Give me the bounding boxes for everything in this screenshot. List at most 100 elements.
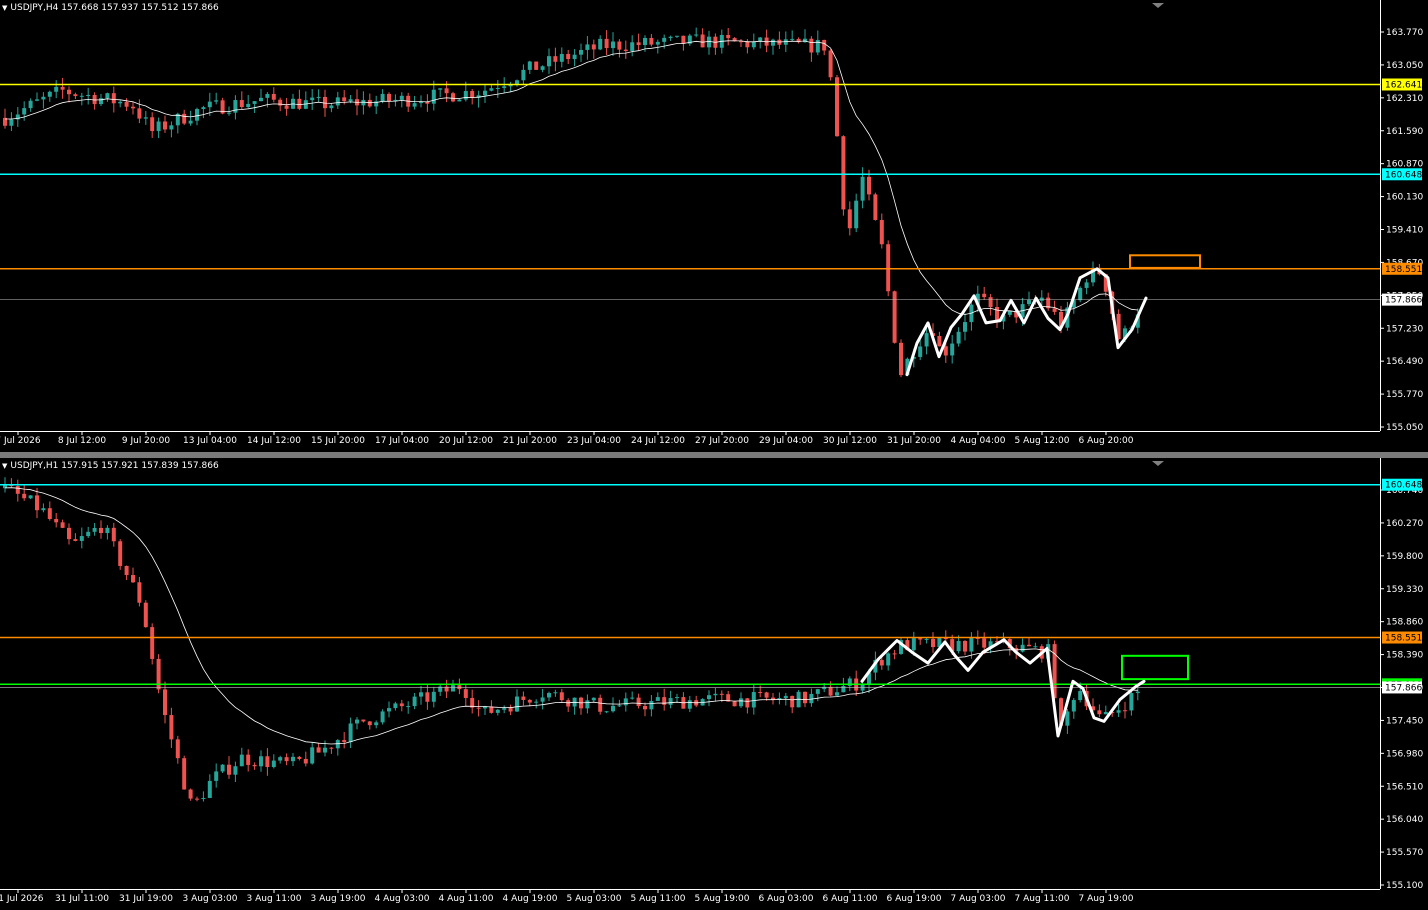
candle-bull (515, 80, 519, 84)
candle-bull (47, 91, 52, 97)
candle-bull (739, 698, 743, 707)
candle-bear (1027, 644, 1031, 647)
candle-bull (790, 38, 795, 40)
time-tick-label: 5 Aug 19:00 (695, 894, 750, 904)
candle-bull (233, 766, 238, 775)
target-box[interactable] (1129, 254, 1201, 269)
time-tick-label: 3 Aug 11:00 (247, 894, 302, 904)
candle-bull (540, 697, 545, 702)
candle-bull (1033, 646, 1038, 648)
h1-chart-pane[interactable]: ▼ USDJPY,H1 157.915 157.921 157.839 157.8… (0, 458, 1428, 910)
candle-bear (598, 697, 603, 712)
candle-bull (214, 100, 219, 102)
time-tick-label: 6 Aug 20:00 (1079, 436, 1134, 446)
moving-average-line (5, 40, 1138, 315)
candle-bear (649, 37, 654, 45)
candle-bull (28, 495, 33, 499)
candle-bull (963, 322, 967, 332)
candle-bear (931, 638, 935, 648)
candle-bear (47, 508, 52, 519)
candle-bull (572, 54, 577, 60)
candle-bull (28, 100, 33, 109)
candle-bull (911, 638, 916, 651)
price-tick-label: 155.100 (1386, 881, 1423, 891)
candle-bear (131, 575, 135, 583)
candle-bull (1007, 311, 1012, 315)
time-tick-label: 4 Aug 11:00 (439, 894, 494, 904)
price-level-tag-text: 162.641 (1385, 80, 1422, 90)
candle-bear (636, 697, 641, 706)
candle-bear (73, 94, 78, 97)
candle-bull (604, 711, 609, 713)
candle-bear (387, 93, 391, 102)
candle-bear (284, 757, 289, 762)
candle-bull (611, 41, 615, 49)
candle-bear (559, 692, 564, 701)
candle-bull (1084, 282, 1089, 288)
candle-bull (393, 703, 398, 709)
candle-bull (387, 708, 391, 712)
candle-bull (835, 692, 839, 696)
zigzag-annotation[interactable] (905, 267, 1148, 377)
price-level-tag-text: 158.551 (1385, 634, 1422, 644)
time-tick-label: 6 Aug 19:00 (887, 894, 942, 904)
candle-bull (323, 747, 327, 753)
candles (3, 27, 1140, 378)
candle-bull (771, 39, 775, 46)
candle-bull (457, 99, 462, 102)
shift-marker-icon[interactable] (1152, 461, 1164, 466)
candle-bull (553, 692, 558, 694)
candle-bear (297, 756, 302, 759)
candle-bull (598, 38, 603, 50)
candle-bull (540, 66, 545, 70)
candle-bull (630, 42, 635, 51)
candle-bull (105, 93, 110, 99)
candle-bull (291, 756, 295, 762)
candle-bull (195, 109, 199, 121)
candle-bear (764, 692, 769, 698)
candle-bear (303, 758, 308, 764)
candle-bear (297, 98, 302, 109)
candle-bull (751, 692, 756, 708)
candle-bull (438, 88, 443, 90)
h1-chart[interactable]: 160.740160.270159.800159.330158.860158.3… (0, 458, 1428, 910)
time-tick-label: 20 Jul 12:00 (439, 436, 493, 446)
candle-bear (137, 582, 142, 603)
price-tick-label: 161.590 (1386, 127, 1423, 137)
candle-bear (879, 659, 884, 666)
candle-bull (1020, 644, 1025, 652)
candle-bull (188, 120, 193, 124)
candle-bull (201, 107, 206, 110)
candle-bull (207, 101, 212, 108)
candle-bull (259, 97, 263, 102)
candle-bear (899, 342, 903, 376)
candle-bull (617, 705, 622, 707)
candle-bull (156, 121, 161, 132)
candle-bull (559, 53, 564, 62)
candle-bull (265, 93, 270, 98)
candle-bull (527, 61, 532, 70)
h4-chart[interactable]: 163.770 163.050 162.310 161.590 160.870 160.1… (0, 0, 1428, 452)
candle-bull (969, 637, 974, 652)
price-tick-label: 163.050 (1386, 61, 1423, 71)
candle-bull (502, 708, 507, 710)
candle-bull (585, 700, 590, 709)
target-box[interactable] (1121, 654, 1189, 681)
zigzag-annotation[interactable] (860, 638, 1146, 738)
price-tick-label: 156.490 (1386, 357, 1423, 367)
price-tick-label: 162.310 (1386, 94, 1423, 104)
candle-bull (201, 797, 206, 799)
candle-bear (732, 701, 737, 707)
candle-bull (1116, 710, 1121, 713)
candle-bull (707, 695, 711, 700)
candle-bear (809, 38, 814, 53)
candle-bear (111, 527, 116, 542)
candle-bear (937, 335, 942, 347)
h4-chart-pane[interactable]: ▼ USDJPY,H4 157.668 157.937 157.512 157.8… (0, 0, 1428, 452)
candles (3, 477, 1140, 802)
shift-marker-icon[interactable] (1152, 3, 1164, 8)
candle-bull (233, 100, 238, 113)
candle-bull (374, 722, 379, 726)
candle-bull (1027, 299, 1031, 305)
candle-bull (668, 698, 673, 705)
